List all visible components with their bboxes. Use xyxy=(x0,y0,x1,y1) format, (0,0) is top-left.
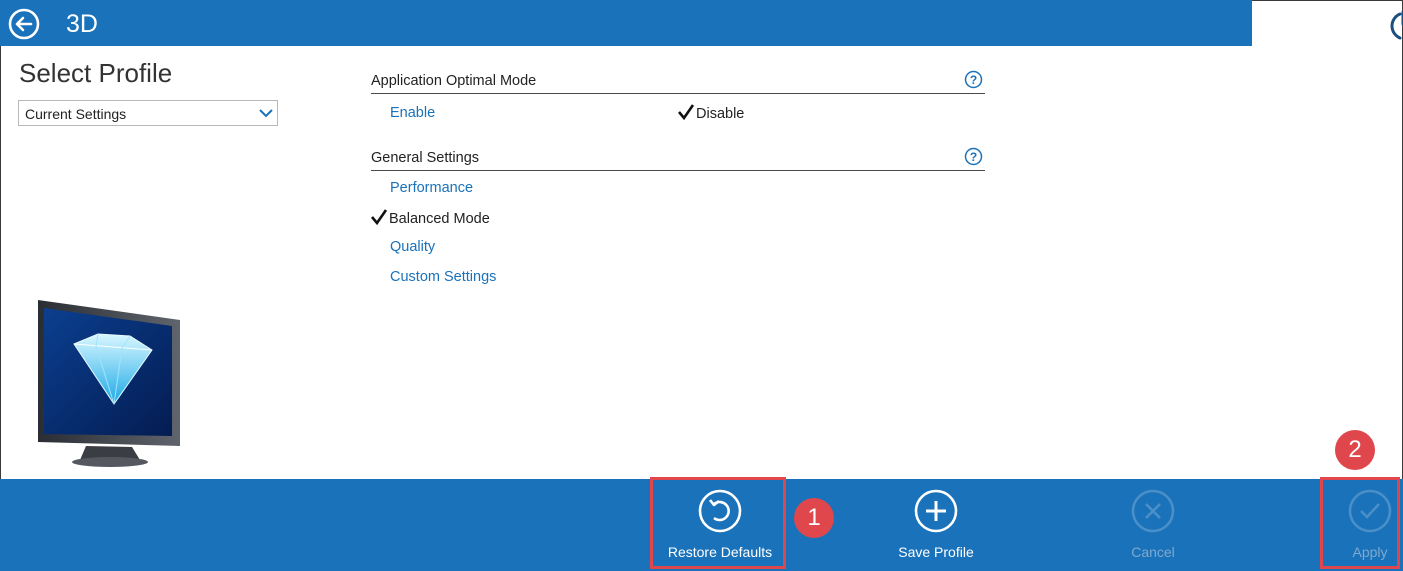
app-mode-enable-label: Enable xyxy=(390,105,436,121)
x-icon xyxy=(1131,489,1175,533)
app-mode-disable-label: Disable xyxy=(696,106,745,122)
checkmark-icon xyxy=(678,104,694,120)
general-custom-label: Custom Settings xyxy=(390,269,497,285)
app-mode-disable-option[interactable]: Disable xyxy=(678,104,744,123)
app-mode-section-title: Application Optimal Mode xyxy=(371,73,537,89)
general-section-header: General Settings ? xyxy=(371,147,985,171)
monitor-diamond-image xyxy=(38,300,180,467)
general-performance-label: Performance xyxy=(390,180,474,196)
app-mode-enable-option[interactable]: Enable xyxy=(390,104,435,122)
step-badge-2: 2 xyxy=(1335,430,1375,470)
cancel-button[interactable]: Cancel xyxy=(1083,479,1223,571)
step-badge-1: 1 xyxy=(794,498,834,538)
svg-text:?: ? xyxy=(970,150,977,164)
general-quality-option[interactable]: Quality xyxy=(390,238,435,256)
profile-dropdown-value: Current Settings xyxy=(25,106,127,122)
general-custom-option[interactable]: Custom Settings xyxy=(390,268,496,286)
general-section-title: General Settings xyxy=(371,150,480,166)
chevron-down-icon xyxy=(259,109,273,118)
app-mode-section-header: Application Optimal Mode ? xyxy=(371,70,985,94)
back-arrow-icon[interactable] xyxy=(8,8,40,40)
general-balanced-option[interactable]: Balanced Mode xyxy=(371,209,490,228)
apply-highlight xyxy=(1320,477,1400,569)
restore-defaults-highlight xyxy=(650,477,786,569)
page-title: 3D xyxy=(66,10,98,38)
cancel-label: Cancel xyxy=(1131,544,1175,560)
svg-text:?: ? xyxy=(970,73,977,87)
general-performance-option[interactable]: Performance xyxy=(390,179,473,197)
select-profile-heading: Select Profile xyxy=(19,58,173,88)
general-balanced-label: Balanced Mode xyxy=(389,211,490,227)
help-icon[interactable]: ? xyxy=(964,70,983,89)
power-icon[interactable] xyxy=(1384,6,1403,44)
checkmark-icon xyxy=(371,209,387,225)
general-quality-label: Quality xyxy=(390,239,436,255)
profile-dropdown[interactable]: Current Settings xyxy=(18,100,278,126)
header-bar: 3D xyxy=(0,0,1252,46)
help-icon[interactable]: ? xyxy=(964,147,983,166)
save-profile-label: Save Profile xyxy=(898,544,974,560)
plus-icon xyxy=(914,489,958,533)
save-profile-button[interactable]: Save Profile xyxy=(866,479,1006,571)
